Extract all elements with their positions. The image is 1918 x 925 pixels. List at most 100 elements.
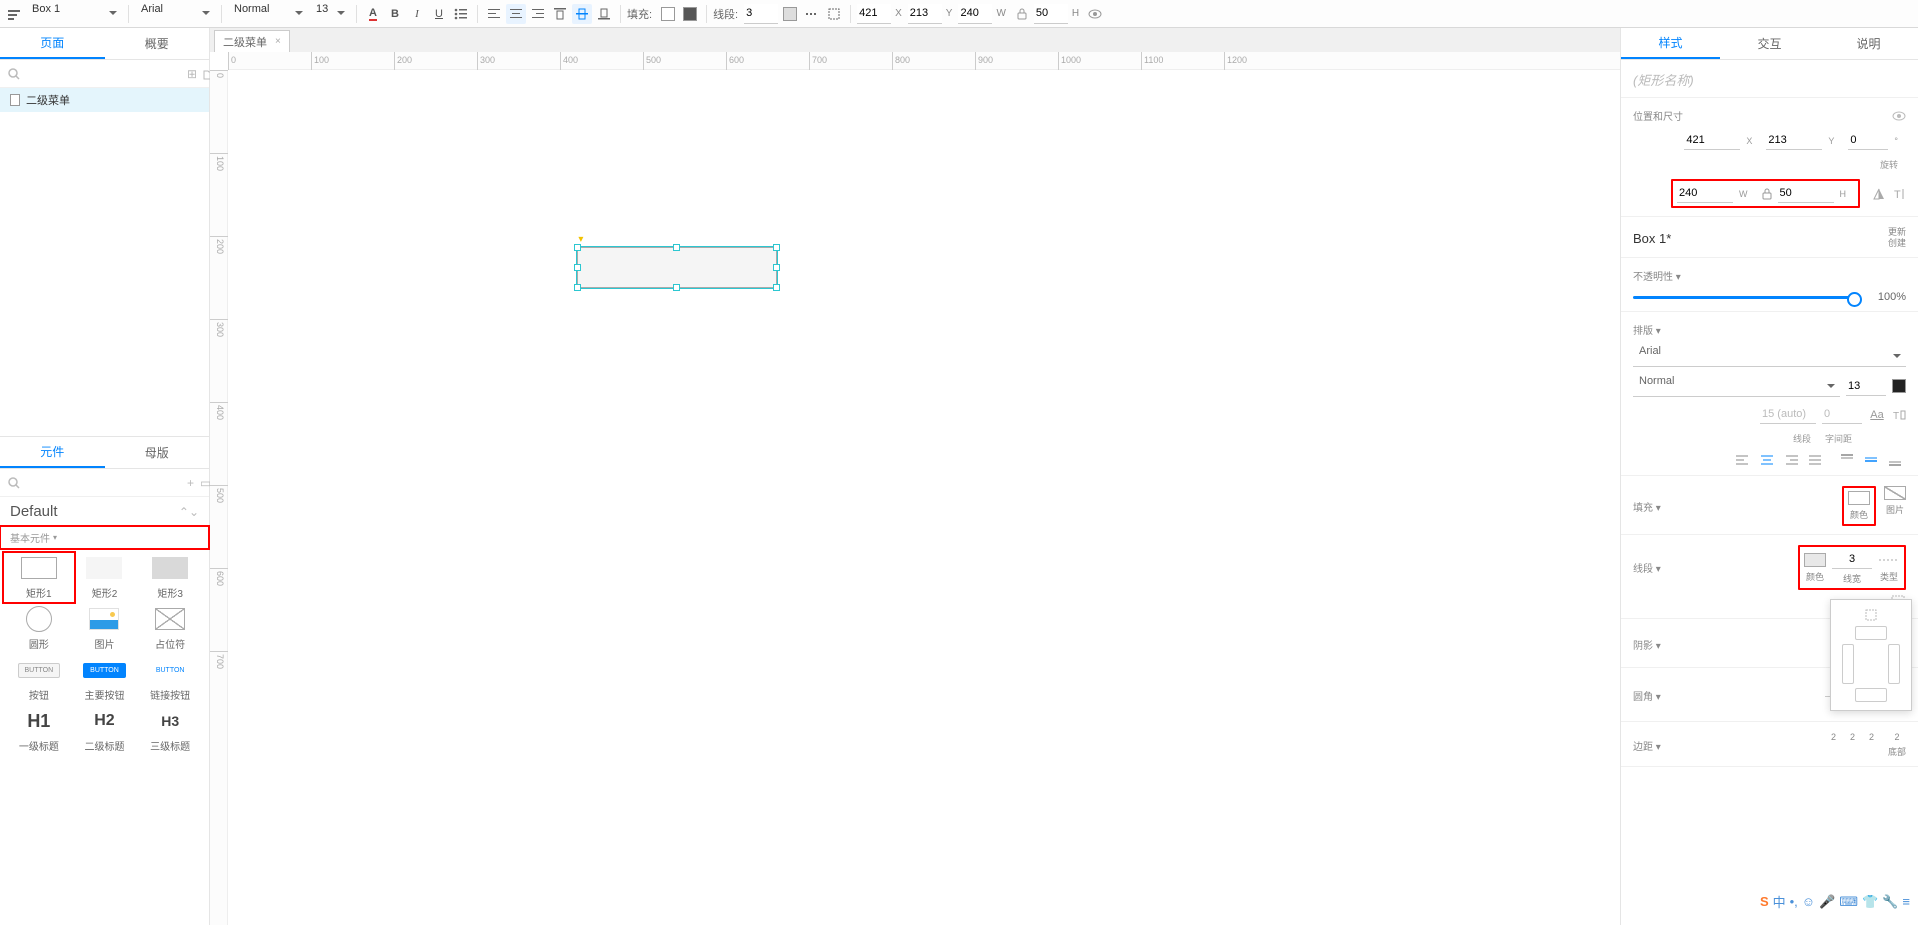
- lock-aspect-icon[interactable]: [1762, 188, 1772, 200]
- h-align-center[interactable]: [1760, 453, 1778, 467]
- resize-handle-ne[interactable]: [773, 244, 780, 251]
- border-width-field[interactable]: 线宽: [1832, 550, 1872, 585]
- ime-menu-icon[interactable]: ≡: [1902, 894, 1910, 909]
- update-style-link[interactable]: 更新: [1888, 227, 1906, 238]
- ime-skin-icon[interactable]: 👕: [1862, 894, 1878, 910]
- y-input[interactable]: [908, 4, 942, 24]
- create-style-link[interactable]: 创建: [1888, 238, 1906, 249]
- align-right-button[interactable]: [528, 4, 548, 24]
- valign-top-button[interactable]: [550, 4, 570, 24]
- margin-r[interactable]: 2: [1869, 732, 1874, 758]
- align-center-button[interactable]: [506, 4, 526, 24]
- search-icon[interactable]: [8, 477, 20, 489]
- insp-rot-input[interactable]: [1848, 131, 1888, 150]
- h-align-right[interactable]: [1784, 453, 1802, 467]
- comp-primary[interactable]: BUTTON主要按钮: [72, 657, 138, 702]
- insp-w-input[interactable]: [1677, 184, 1733, 203]
- comp-circle[interactable]: 圆形: [6, 606, 72, 651]
- style-preset-select[interactable]: Box 1: [26, 3, 122, 25]
- fill-color-button[interactable]: [658, 4, 678, 24]
- bullets-button[interactable]: [451, 4, 471, 24]
- border-style-button[interactable]: [802, 4, 822, 24]
- comp-placeholder[interactable]: 占位符: [137, 606, 203, 651]
- margin-t[interactable]: 2: [1850, 732, 1855, 758]
- tab-interaction[interactable]: 交互: [1720, 28, 1819, 59]
- ime-logo-icon[interactable]: S: [1760, 894, 1769, 909]
- side-bottom[interactable]: [1855, 688, 1887, 702]
- comp-rect3[interactable]: 矩形3: [137, 555, 203, 600]
- add-lib-icon[interactable]: +: [187, 476, 194, 490]
- weight-select[interactable]: Normal: [1633, 375, 1840, 397]
- border-width-input[interactable]: [744, 4, 778, 24]
- canvas[interactable]: ▾: [228, 70, 1620, 925]
- align-left-button[interactable]: [484, 4, 504, 24]
- w-input[interactable]: [958, 4, 992, 24]
- close-tab-icon[interactable]: ×: [275, 36, 281, 47]
- tab-masters[interactable]: 母版: [105, 437, 210, 468]
- tab-components[interactable]: 元件: [0, 437, 105, 468]
- margin-b[interactable]: 2底部: [1888, 732, 1906, 758]
- fill-image-button[interactable]: 图片: [1884, 486, 1906, 516]
- style-name[interactable]: Box 1*: [1633, 231, 1671, 246]
- selected-rectangle[interactable]: ▾: [577, 247, 776, 289]
- side-right[interactable]: [1888, 644, 1900, 684]
- comp-button[interactable]: BUTTON按钮: [6, 657, 72, 702]
- v-align-bottom[interactable]: [1888, 453, 1906, 467]
- tab-notes[interactable]: 说明: [1819, 28, 1918, 59]
- text-case-icon[interactable]: Aa: [1868, 409, 1886, 421]
- ruler-vertical[interactable]: 0100200300400500600700: [210, 70, 228, 925]
- visibility-icon[interactable]: [1085, 4, 1105, 24]
- comp-h1[interactable]: H1一级标题: [6, 708, 72, 753]
- font-size-input[interactable]: [1846, 377, 1886, 396]
- comp-h2[interactable]: H2二级标题: [72, 708, 138, 753]
- valign-bottom-button[interactable]: [594, 4, 614, 24]
- ime-keyboard-icon[interactable]: ⌨: [1839, 894, 1858, 910]
- page-search-input[interactable]: [26, 67, 181, 81]
- ime-mic-icon[interactable]: 🎤: [1819, 894, 1835, 910]
- add-page-icon[interactable]: ⊞: [187, 67, 197, 81]
- size-select[interactable]: 13: [310, 3, 350, 25]
- ime-lang-icon[interactable]: 中: [1773, 892, 1786, 911]
- v-align-top[interactable]: [1840, 453, 1858, 467]
- insp-h-input[interactable]: [1778, 184, 1834, 203]
- widget-name-input[interactable]: (矩形名称): [1633, 70, 1906, 89]
- fill-color-button[interactable]: 颜色: [1848, 491, 1870, 521]
- resize-handle-s[interactable]: [673, 284, 680, 291]
- comp-h3[interactable]: H3三级标题: [137, 708, 203, 753]
- lock-aspect-icon[interactable]: [1012, 4, 1032, 24]
- resize-handle-sw[interactable]: [574, 284, 581, 291]
- insp-y-input[interactable]: [1766, 131, 1822, 150]
- v-align-mid[interactable]: [1864, 453, 1882, 467]
- x-input[interactable]: [857, 4, 891, 24]
- lineheight-input[interactable]: [1760, 405, 1816, 424]
- page-tree-item[interactable]: 二级菜单: [0, 88, 209, 112]
- bold-button[interactable]: B: [385, 4, 405, 24]
- file-tab[interactable]: 二级菜单 ×: [214, 30, 290, 52]
- flip-h-icon[interactable]: [1872, 187, 1886, 201]
- popover-all-icon[interactable]: [1864, 608, 1878, 622]
- valign-mid-button[interactable]: [572, 4, 592, 24]
- group-basic[interactable]: 基本元件: [0, 526, 209, 549]
- search-icon[interactable]: [8, 68, 20, 80]
- tab-style[interactable]: 样式: [1621, 28, 1720, 59]
- resize-handle-w[interactable]: [574, 264, 581, 271]
- h-input[interactable]: [1034, 4, 1068, 24]
- comp-rect1[interactable]: 矩形1: [6, 555, 72, 600]
- border-sides-popover[interactable]: [1830, 599, 1912, 711]
- resize-handle-nw[interactable]: [574, 244, 581, 251]
- margin-l[interactable]: 2: [1831, 732, 1836, 758]
- h-align-left[interactable]: [1736, 453, 1754, 467]
- comp-image[interactable]: 图片: [72, 606, 138, 651]
- comp-link[interactable]: BUTTON链接按钮: [137, 657, 203, 702]
- spacing-input[interactable]: [1822, 405, 1862, 424]
- side-top[interactable]: [1855, 626, 1887, 640]
- resize-handle-n[interactable]: [673, 244, 680, 251]
- ruler-horizontal[interactable]: 0100200300400500600700800900100011001200: [228, 52, 1620, 70]
- font-color-swatch[interactable]: [1892, 379, 1906, 393]
- font-select[interactable]: Arial: [135, 3, 215, 25]
- ime-punct-icon[interactable]: •,: [1790, 894, 1798, 909]
- border-type-button[interactable]: 类型: [1878, 553, 1900, 583]
- italic-button[interactable]: I: [407, 4, 427, 24]
- underline-button[interactable]: U: [429, 4, 449, 24]
- insp-x-input[interactable]: [1684, 131, 1740, 150]
